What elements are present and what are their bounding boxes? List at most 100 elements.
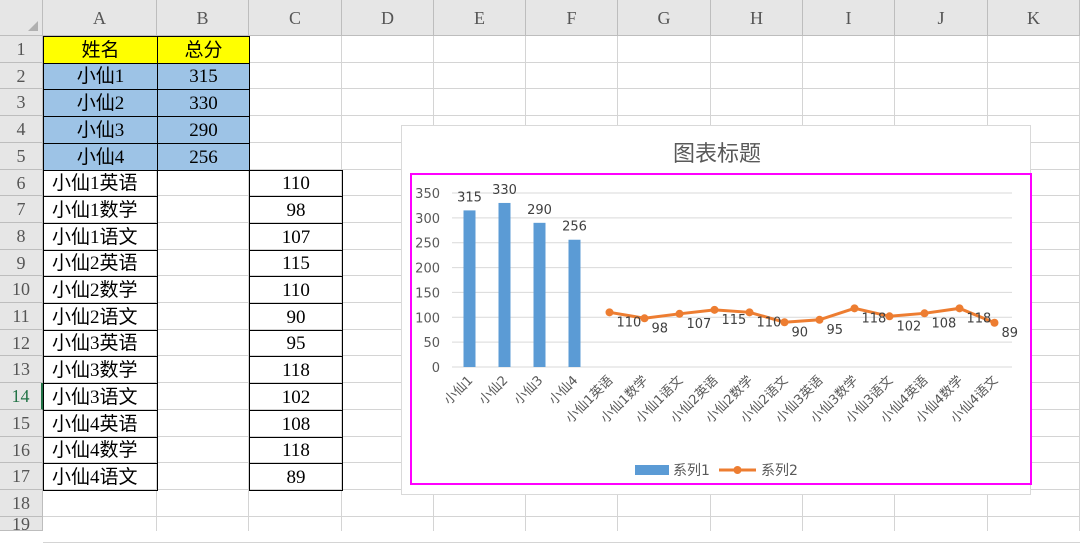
detail-score-cell[interactable]: 118	[249, 356, 343, 384]
detail-label-cell[interactable]: 小仙1数学	[43, 196, 158, 224]
row-header-2[interactable]: 2	[0, 63, 43, 89]
row-header-16[interactable]: 16	[0, 437, 43, 463]
row-header-19[interactable]: 19	[0, 515, 43, 533]
column-header-i[interactable]: I	[803, 0, 895, 36]
line-point[interactable]	[605, 308, 614, 317]
row-header-12[interactable]: 12	[0, 330, 43, 356]
detail-label-cell[interactable]: 小仙4语文	[43, 463, 158, 491]
header-cell-total[interactable]: 总分	[157, 36, 250, 64]
row-header-6[interactable]: 6	[0, 170, 43, 196]
header-cell-name[interactable]: 姓名	[43, 36, 158, 64]
row-header-13[interactable]: 13	[0, 356, 43, 383]
y-tick-label: 250	[415, 237, 440, 252]
column-header-h[interactable]: H	[711, 0, 803, 36]
row-header-3[interactable]: 3	[0, 89, 43, 116]
summary-name-cell[interactable]: 小仙4	[43, 143, 158, 171]
detail-label-cell[interactable]: 小仙2语文	[43, 303, 158, 331]
bar-1[interactable]	[463, 210, 476, 367]
detail-label-cell[interactable]: 小仙2数学	[43, 276, 158, 304]
column-header-k[interactable]: K	[988, 0, 1080, 36]
chart-title[interactable]: 图表标题	[673, 142, 761, 167]
row-header-18[interactable]: 18	[0, 490, 43, 517]
x-tick-label: 小仙3	[511, 373, 546, 408]
y-tick-label: 300	[415, 212, 440, 227]
line-point[interactable]	[675, 309, 684, 318]
column-header-f[interactable]: F	[526, 0, 618, 36]
line-point[interactable]	[815, 315, 824, 324]
detail-label-cell[interactable]: 小仙2英语	[43, 250, 158, 277]
select-all-triangle-icon	[28, 21, 38, 31]
x-tick-label: 小仙1	[441, 373, 476, 408]
column-header-b[interactable]: B	[157, 0, 249, 36]
line-point[interactable]	[955, 304, 964, 313]
bar-3[interactable]	[533, 222, 546, 367]
detail-label-cell[interactable]: 小仙4英语	[43, 410, 158, 438]
detail-score-cell[interactable]: 98	[249, 196, 343, 224]
detail-score-cell[interactable]: 110	[249, 170, 343, 197]
line-data-label: 108	[932, 316, 957, 331]
line-data-label: 102	[897, 319, 922, 334]
row-header-7[interactable]: 7	[0, 196, 43, 223]
line-data-label: 115	[722, 313, 747, 328]
line-point[interactable]	[640, 314, 649, 323]
detail-score-cell[interactable]: 102	[249, 383, 343, 411]
detail-label-cell[interactable]: 小仙4数学	[43, 437, 158, 464]
summary-total-cell[interactable]: 256	[157, 143, 250, 171]
column-header-j[interactable]: J	[895, 0, 988, 36]
column-header-a[interactable]: A	[43, 0, 157, 36]
summary-name-cell[interactable]: 小仙2	[43, 89, 158, 117]
line-point[interactable]	[885, 312, 894, 321]
select-all-corner[interactable]	[0, 0, 43, 36]
bar-data-label: 290	[527, 203, 552, 218]
detail-score-cell[interactable]: 90	[249, 303, 343, 331]
line-point[interactable]	[780, 318, 789, 327]
line-point[interactable]	[710, 305, 719, 314]
summary-total-cell[interactable]: 330	[157, 89, 250, 117]
bar-2[interactable]	[498, 202, 511, 367]
row-header-15[interactable]: 15	[0, 410, 43, 437]
detail-label-cell[interactable]: 小仙3英语	[43, 330, 158, 357]
row-header-5[interactable]: 5	[0, 143, 43, 170]
row-header-10[interactable]: 10	[0, 276, 43, 303]
summary-name-cell[interactable]: 小仙1	[43, 63, 158, 90]
row-header-9[interactable]: 9	[0, 250, 43, 276]
summary-total-cell[interactable]: 290	[157, 116, 250, 144]
detail-score-cell[interactable]: 115	[249, 250, 343, 277]
line-point[interactable]	[745, 308, 754, 317]
detail-score-cell[interactable]: 118	[249, 437, 343, 464]
bar-4[interactable]	[568, 239, 581, 367]
detail-label-cell[interactable]: 小仙1英语	[43, 170, 158, 197]
line-data-label: 98	[652, 321, 669, 336]
detail-score-cell[interactable]: 110	[249, 276, 343, 304]
x-tick-label: 小仙2	[476, 373, 511, 408]
row-header-17[interactable]: 17	[0, 463, 43, 490]
row-header-4[interactable]: 4	[0, 116, 43, 143]
detail-score-cell[interactable]: 107	[249, 223, 343, 251]
row-header-1[interactable]: 1	[0, 36, 43, 63]
line-data-label: 118	[967, 311, 992, 326]
line-point[interactable]	[850, 304, 859, 313]
y-tick-label: 150	[415, 286, 440, 301]
detail-label-cell[interactable]: 小仙3数学	[43, 356, 158, 384]
chart-object[interactable]: 图表标题 0 50 100 150 200 250 300 350 小仙1 小仙2 小仙3 小仙4 小仙1…	[401, 125, 1032, 495]
column-header-e[interactable]: E	[434, 0, 526, 36]
row-header-11[interactable]: 11	[0, 303, 43, 330]
legend-marker-icon	[733, 466, 742, 474]
line-data-label: 95	[827, 323, 844, 338]
detail-score-cell[interactable]: 89	[249, 463, 343, 491]
bar-data-label: 256	[562, 220, 587, 235]
row-header-14[interactable]: 14	[0, 383, 43, 410]
line-point[interactable]	[920, 309, 929, 318]
column-header-d[interactable]: D	[342, 0, 434, 36]
summary-total-cell[interactable]: 315	[157, 63, 250, 90]
column-header-g[interactable]: G	[618, 0, 711, 36]
detail-label-cell[interactable]: 小仙3语文	[43, 383, 158, 411]
detail-score-cell[interactable]: 108	[249, 410, 343, 438]
line-point[interactable]	[990, 318, 999, 327]
row-header-8[interactable]: 8	[0, 223, 43, 250]
detail-score-cell[interactable]: 95	[249, 330, 343, 357]
column-header-c[interactable]: C	[249, 0, 342, 36]
detail-label-cell[interactable]: 小仙1语文	[43, 223, 158, 251]
legend-label-series2: 系列2	[761, 463, 798, 479]
summary-name-cell[interactable]: 小仙3	[43, 116, 158, 144]
